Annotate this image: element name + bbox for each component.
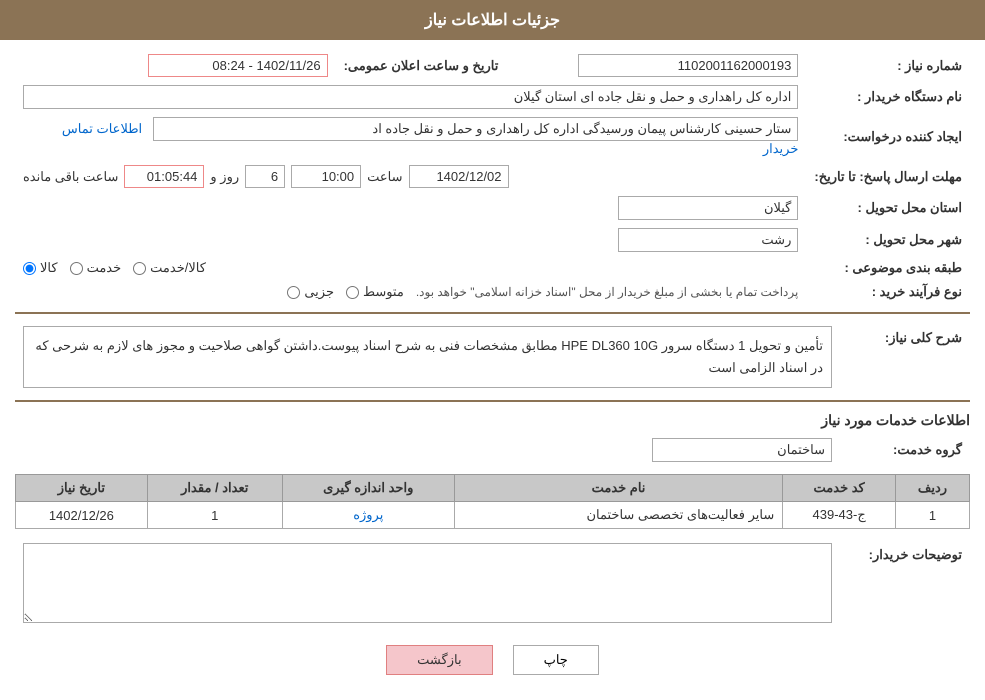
gruhKhadamat-label: گروه خدمت: [840, 434, 970, 466]
ijadKonande-label: ایجاد کننده درخواست: [806, 113, 970, 161]
col-tedad: تعداد / مقدار [147, 475, 282, 502]
noeFarayand-label: نوع فرآیند خرید : [806, 280, 970, 304]
sharhKolliNiaz-label: شرح کلی نیاز: [840, 322, 970, 392]
bazgasht-button[interactable]: بازگشت [386, 645, 492, 675]
table-row: 1ج-43-439سایر فعالیت‌های تخصصی ساختمانپر… [16, 502, 970, 529]
tozihatKharidar-label: توضیحات خریدار: [840, 539, 970, 630]
radio-kala-input[interactable] [23, 262, 36, 275]
jozi-label: جزیی [304, 284, 334, 300]
khadamat-label: خدمت [87, 260, 122, 276]
tozihatKharidar-input[interactable] [23, 543, 832, 623]
radio-jozi[interactable]: جزیی [287, 284, 334, 300]
shomareNiaz-value: 1102001162000193 [578, 54, 798, 77]
shahrTahvil-label: شهر محل تحویل : [806, 224, 970, 256]
button-row: چاپ بازگشت [15, 645, 970, 675]
radio-motavaset[interactable]: متوسط [346, 284, 404, 300]
tarikhAelan-value: 1402/11/26 - 08:24 [148, 54, 328, 77]
col-kod: کد خدمت [783, 475, 896, 502]
ostanTahvil-label: استان محل تحویل : [806, 192, 970, 224]
kalaKhadamat-label: کالا/خدمت [150, 260, 206, 276]
divider-1 [15, 312, 970, 314]
chap-button[interactable]: چاپ [513, 645, 599, 675]
sharhKolliNiaz-value: تأمین و تحویل 1 دستگاه سرور HPE DL360 10… [23, 326, 832, 388]
shomareNiaz-label: شماره نیاز : [806, 50, 970, 81]
motavaset-label: متوسط [363, 284, 404, 300]
page-title: جزئیات اطلاعات نیاز [0, 0, 985, 40]
baghi-mande-label: ساعت باقی مانده [23, 169, 118, 185]
ijadKonande-value: ستار حسینی کارشناس پیمان ورسیدگی اداره ک… [153, 117, 798, 141]
service-table: ردیف کد خدمت نام خدمت واحد اندازه گیری ت… [15, 474, 970, 529]
tarikh-pasokh: 1402/12/02 [409, 165, 509, 188]
col-vahed: واحد اندازه گیری [282, 475, 454, 502]
col-tarikh: تاریخ نیاز [16, 475, 148, 502]
radio-motavaset-input[interactable] [346, 286, 359, 299]
tarikhAelan-label: تاریخ و ساعت اعلان عمومی: [336, 50, 507, 81]
ettelaatKhadamat-title: اطلاعات خدمات مورد نیاز [15, 412, 970, 429]
col-radif: ردیف [895, 475, 969, 502]
radio-jozi-input[interactable] [287, 286, 300, 299]
tabaqeBandi-label: طبقه بندی موضوعی : [806, 256, 970, 280]
rooz-pasokh: 6 [245, 165, 285, 188]
baghi-mande-value: 01:05:44 [124, 165, 204, 188]
radio-kalaKhadamat-input[interactable] [133, 262, 146, 275]
rooz-label: روز و [210, 169, 239, 185]
saat-label: ساعت [367, 169, 402, 185]
radio-kalaKhadamat[interactable]: کالا/خدمت [133, 260, 206, 276]
namDastgah-value: اداره کل راهداری و حمل و نقل جاده ای است… [23, 85, 798, 109]
divider-2 [15, 400, 970, 402]
kala-label: کالا [40, 260, 58, 276]
mohlatErsal-label: مهلت ارسال پاسخ: تا تاریخ: [806, 161, 970, 192]
gruhKhadamat-value: ساختمان [652, 438, 832, 462]
radio-kala[interactable]: کالا [23, 260, 58, 276]
shahrTahvil-value: رشت [618, 228, 798, 252]
ostanTahvil-value: گیلان [618, 196, 798, 220]
col-nam: نام خدمت [454, 475, 783, 502]
radio-khadamat[interactable]: خدمت [70, 260, 122, 276]
noeFarayand-text: پرداخت تمام یا بخشی از مبلغ خریدار از مح… [416, 285, 799, 299]
saat-pasokh: 10:00 [291, 165, 361, 188]
namDastgah-label: نام دستگاه خریدار : [806, 81, 970, 113]
radio-khadamat-input[interactable] [70, 262, 83, 275]
